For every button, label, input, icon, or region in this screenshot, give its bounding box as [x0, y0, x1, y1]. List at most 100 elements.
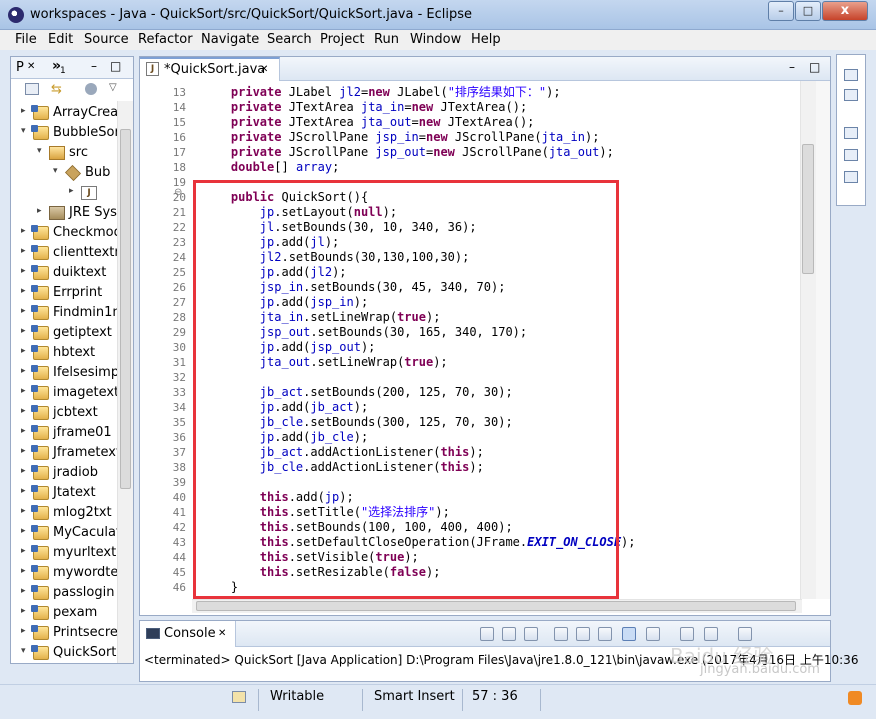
- tab-quicksort-java[interactable]: J *QuickSort.java ✕: [140, 57, 280, 81]
- expand-arrow-icon[interactable]: ▸: [21, 226, 26, 236]
- tree-item[interactable]: ▸ MyCaculat: [11, 523, 117, 543]
- status-plugin-icon[interactable]: [232, 691, 246, 703]
- tree-item[interactable]: ▸ jradiob: [11, 463, 117, 483]
- link-with-editor-icon[interactable]: ⇆: [51, 82, 62, 97]
- expand-arrow-icon[interactable]: ▸: [21, 526, 26, 536]
- expand-arrow-icon[interactable]: ▸: [21, 306, 26, 316]
- tree-item[interactable]: ▸ Findmin1n: [11, 303, 117, 323]
- tree-item[interactable]: ▸ hbtext: [11, 343, 117, 363]
- editor-vertical-scroll-thumb[interactable]: [802, 144, 814, 274]
- menu-run[interactable]: Run: [374, 32, 399, 47]
- expand-arrow-icon[interactable]: ▾: [21, 646, 26, 656]
- minimize-button[interactable]: –: [768, 1, 794, 21]
- show-on-error-icon[interactable]: [646, 627, 660, 641]
- expand-arrow-icon[interactable]: ▸: [21, 106, 26, 116]
- expand-arrow-icon[interactable]: ▸: [21, 286, 26, 296]
- expand-arrow-icon[interactable]: ▸: [21, 246, 26, 256]
- clear-console-icon[interactable]: [554, 627, 568, 641]
- expand-arrow-icon[interactable]: ▸: [21, 506, 26, 516]
- fold-toggle-icon[interactable]: ⊖: [174, 187, 182, 198]
- menu-source[interactable]: Source: [84, 32, 129, 47]
- expand-arrow-icon[interactable]: ▸: [21, 486, 26, 496]
- tree-item[interactable]: ▸ Errprint: [11, 283, 117, 303]
- tree-item[interactable]: ▾ Bub: [11, 163, 117, 183]
- restore-icon[interactable]: [844, 69, 858, 81]
- editor-minimize-icon[interactable]: –: [789, 60, 795, 74]
- tree-item[interactable]: ▸ imagetext: [11, 383, 117, 403]
- expand-arrow-icon[interactable]: ▸: [37, 206, 42, 216]
- terminate-icon[interactable]: [480, 627, 494, 641]
- scroll-lock-icon[interactable]: [576, 627, 590, 641]
- tree-item[interactable]: ▾ QuickSort: [11, 643, 117, 663]
- tree-item[interactable]: ▾ src: [11, 143, 117, 163]
- menu-project[interactable]: Project: [320, 32, 364, 47]
- expand-arrow-icon[interactable]: ▸: [21, 366, 26, 376]
- focus-icon[interactable]: [85, 83, 97, 95]
- tree-item[interactable]: ▸ getiptext: [11, 323, 117, 343]
- tree-item[interactable]: ▸ Ifelsesimp: [11, 363, 117, 383]
- expand-arrow-icon[interactable]: ▸: [21, 386, 26, 396]
- package-explorer-scroll-thumb[interactable]: [120, 129, 131, 489]
- editor-horizontal-scroll-thumb[interactable]: [196, 601, 796, 611]
- tree-item[interactable]: ▸ myurltext: [11, 543, 117, 563]
- tree-item[interactable]: ▸ Checkmod: [11, 223, 117, 243]
- expand-arrow-icon[interactable]: ▸: [21, 546, 26, 556]
- expand-arrow-icon[interactable]: ▸: [21, 466, 26, 476]
- expand-arrow-icon[interactable]: ▸: [21, 586, 26, 596]
- tree-item[interactable]: ▸ pexam: [11, 603, 117, 623]
- expand-arrow-icon[interactable]: ▸: [69, 186, 74, 196]
- code-line[interactable]: private JScrollPane jsp_out=new JScrollP…: [202, 145, 614, 160]
- open-console-icon[interactable]: [738, 627, 752, 641]
- tab-package-explorer[interactable]: P: [16, 60, 24, 75]
- expand-arrow-icon[interactable]: ▸: [21, 566, 26, 576]
- code-line[interactable]: private JTextArea jta_in=new JTextArea()…: [202, 100, 527, 115]
- expand-arrow-icon[interactable]: ▸: [21, 606, 26, 616]
- package-explorer-close-icon[interactable]: ✕: [27, 61, 35, 72]
- expand-arrow-icon[interactable]: ▾: [53, 166, 58, 176]
- tree-item[interactable]: ▸ duiktext: [11, 263, 117, 283]
- menu-refactor[interactable]: Refactor: [138, 32, 193, 47]
- pin-console-icon[interactable]: [680, 627, 694, 641]
- expand-arrow-icon[interactable]: ▸: [21, 406, 26, 416]
- word-wrap-icon[interactable]: [598, 627, 612, 641]
- remove-all-icon[interactable]: [524, 627, 538, 641]
- outline-icon[interactable]: [844, 149, 858, 161]
- display-console-icon[interactable]: [704, 627, 718, 641]
- expand-arrow-icon[interactable]: ▾: [37, 146, 42, 156]
- code-line[interactable]: double[] array;: [202, 160, 339, 175]
- java-perspective-icon[interactable]: [844, 171, 858, 183]
- menu-search[interactable]: Search: [267, 32, 312, 47]
- code-line[interactable]: private JScrollPane jsp_in=new JScrollPa…: [202, 130, 600, 145]
- tab-console[interactable]: Console ✕: [140, 621, 236, 647]
- editor-tab-close-icon[interactable]: ✕: [260, 64, 268, 75]
- menu-help[interactable]: Help: [471, 32, 501, 47]
- rss-feed-icon[interactable]: [848, 691, 862, 705]
- tree-item[interactable]: ▸ jframe01: [11, 423, 117, 443]
- tree-item[interactable]: ▸ clienttextn: [11, 243, 117, 263]
- tree-item[interactable]: ▸ mlog2txt: [11, 503, 117, 523]
- console-tab-close-icon[interactable]: ✕: [218, 628, 226, 639]
- maximize-button[interactable]: □: [795, 1, 821, 21]
- expand-arrow-icon[interactable]: ▸: [21, 266, 26, 276]
- tree-item[interactable]: ▸ JRE Sys: [11, 203, 117, 223]
- package-explorer-maximize-icon[interactable]: □: [110, 59, 121, 73]
- editor-maximize-icon[interactable]: □: [809, 60, 820, 74]
- tree-item[interactable]: ▸ Jtatext: [11, 483, 117, 503]
- expand-arrow-icon[interactable]: ▾: [21, 126, 26, 136]
- tree-item[interactable]: ▸ passlogin: [11, 583, 117, 603]
- tree-item[interactable]: ▸ jcbtext: [11, 403, 117, 423]
- tree-item[interactable]: ▸ Jframetext: [11, 443, 117, 463]
- code-line[interactable]: private JTextArea jta_out=new JTextArea(…: [202, 115, 534, 130]
- restore-outline-icon[interactable]: [844, 127, 858, 139]
- collapse-all-icon[interactable]: [25, 83, 39, 95]
- tree-item[interactable]: ▾ BubbleSor: [11, 123, 117, 143]
- menu-edit[interactable]: Edit: [48, 32, 73, 47]
- tree-item[interactable]: ▸ ArrayCrea: [11, 103, 117, 123]
- task-list-icon[interactable]: [844, 89, 858, 101]
- remove-launch-icon[interactable]: [502, 627, 516, 641]
- view-menu-icon[interactable]: ▽: [109, 82, 117, 93]
- expand-arrow-icon[interactable]: ▸: [21, 346, 26, 356]
- expand-arrow-icon[interactable]: ▸: [21, 626, 26, 636]
- menu-file[interactable]: File: [15, 32, 37, 47]
- menu-window[interactable]: Window: [410, 32, 461, 47]
